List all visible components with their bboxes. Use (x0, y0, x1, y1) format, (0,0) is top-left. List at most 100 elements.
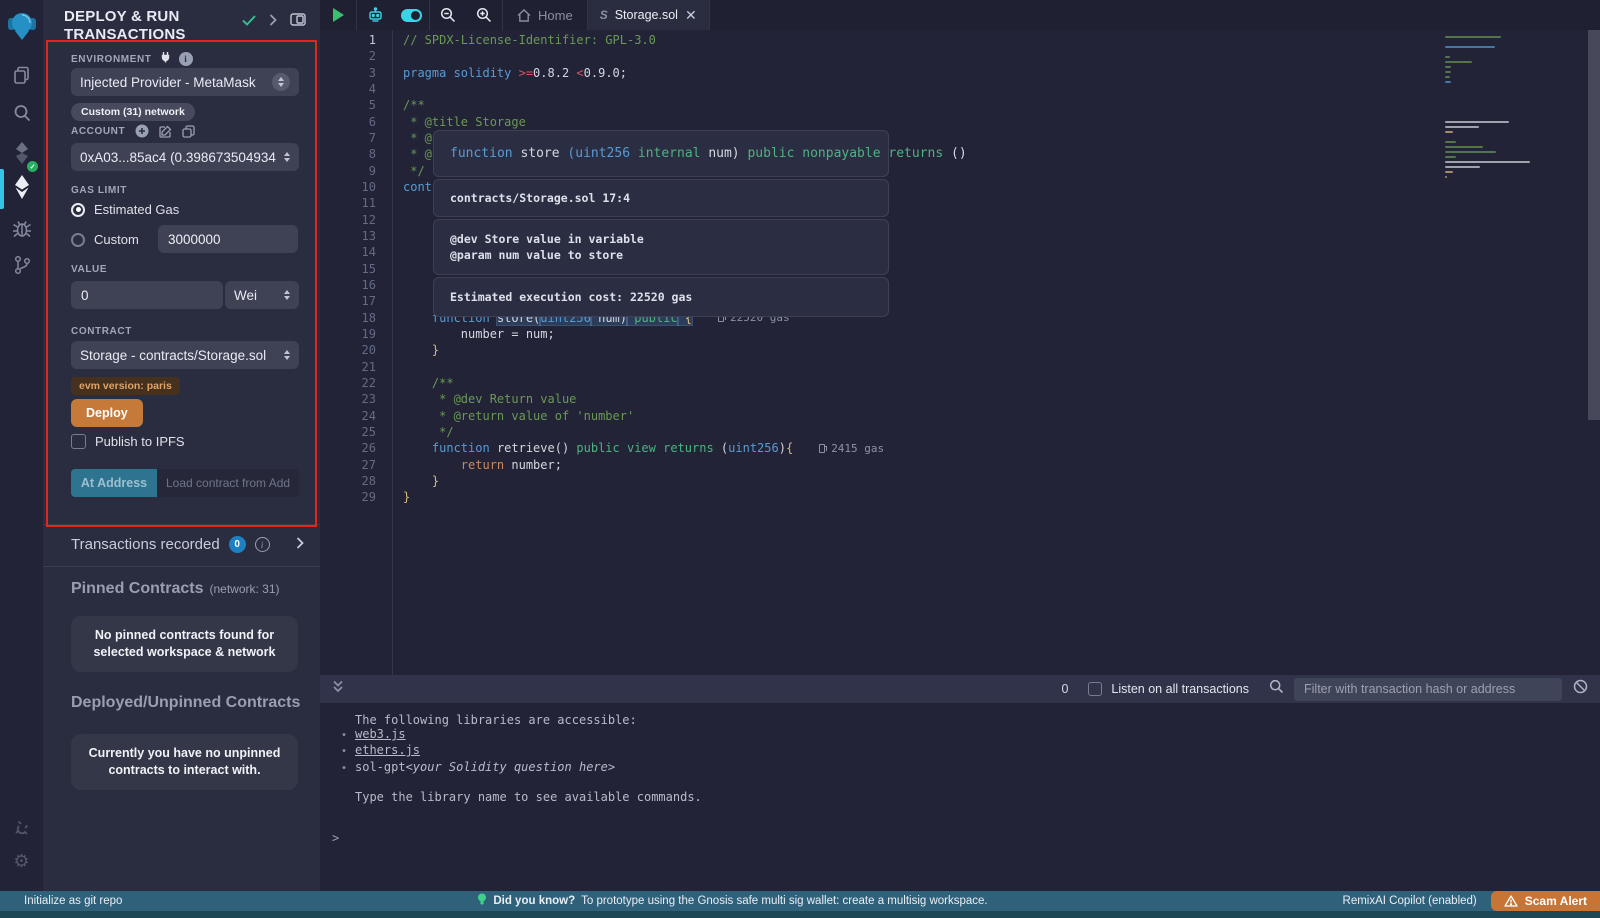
line-number: 25 (320, 425, 376, 439)
value-input[interactable] (71, 281, 223, 309)
copilot-toggle[interactable] (393, 0, 429, 30)
terminal-line: • sol-gpt <your Solidity question here> (320, 760, 1600, 776)
terminal-output[interactable]: The following libraries are accessible: … (320, 703, 1600, 891)
main-area: Home S Storage.sol ✕ 1// SPDX-License-Id… (320, 0, 1600, 891)
deployed-contracts-title: Deployed/Unpinned Contracts (71, 694, 300, 712)
remix-ide-window: ✓ (0, 0, 1600, 918)
at-address-button[interactable]: At Address (71, 469, 157, 497)
deploy-and-run-icon[interactable] (0, 170, 43, 204)
pinned-contracts-network: (network: 31) (209, 582, 279, 596)
code-line: 23 * @dev Return value (320, 391, 1600, 407)
compile-success-check-icon (242, 13, 256, 31)
clear-filter-icon[interactable] (1573, 679, 1588, 699)
code-line: 21 (320, 359, 1600, 375)
select-caret-icon (272, 73, 290, 91)
plug-icon[interactable] (160, 50, 171, 68)
tooltip-gas-estimate: Estimated execution cost: 22520 gas (433, 277, 889, 317)
run-script-icon[interactable] (320, 0, 356, 30)
copilot-status[interactable]: RemixAI Copilot (enabled) (1343, 895, 1477, 907)
transactions-expand-icon[interactable] (296, 536, 304, 554)
git-icon[interactable] (0, 248, 43, 282)
ethersjs-link[interactable]: ethers.js (355, 743, 420, 757)
close-tab-icon[interactable]: ✕ (685, 8, 697, 22)
code-line: 28 } (320, 473, 1600, 489)
terminal-collapse-icon[interactable] (332, 680, 344, 698)
search-icon[interactable] (0, 96, 43, 130)
line-number: 7 (320, 131, 376, 145)
code-line: 29} (320, 489, 1600, 505)
plugin-manager-icon[interactable] (0, 810, 43, 844)
panel-title: DEPLOY & RUN TRANSACTIONS (64, 8, 244, 44)
init-git-repo-button[interactable]: Initialize as git repo (0, 895, 122, 907)
pinned-empty-message: No pinned contracts found for selected w… (71, 616, 298, 672)
line-number: 28 (320, 474, 376, 488)
scam-alert-button[interactable]: Scam Alert (1491, 891, 1600, 911)
code-line: 26 function retrieve() public view retur… (320, 440, 1600, 456)
contract-label: CONTRACT (71, 326, 132, 337)
line-number: 10 (320, 180, 376, 194)
environment-select[interactable]: Injected Provider - MetaMask (71, 68, 299, 96)
code-editor[interactable]: 1// SPDX-License-Identifier: GPL-3.023pr… (320, 30, 1600, 705)
warning-triangle-icon (1504, 895, 1518, 907)
minimap[interactable] (1445, 36, 1537, 181)
deployed-empty-message: Currently you have no unpinned contracts… (71, 734, 298, 790)
transaction-filter-input[interactable] (1294, 678, 1562, 701)
code-line: 5/** (320, 97, 1600, 113)
transactions-recorded-label: Transactions recorded (71, 536, 220, 553)
publish-ipfs-checkbox[interactable]: Publish to IPFS (71, 434, 185, 449)
line-number: 3 (320, 66, 376, 80)
pin-panel-icon[interactable] (290, 13, 306, 31)
contract-select[interactable]: Storage - contracts/Storage.sol (71, 341, 299, 369)
select-caret-icon (284, 350, 290, 360)
transactions-count-badge: 0 (229, 536, 246, 553)
terminal-search-icon[interactable] (1269, 679, 1284, 699)
remix-logo-icon[interactable] (0, 6, 43, 46)
environment-label: ENVIRONMENT (71, 54, 152, 65)
status-bar: Initialize as git repo Did you know? To … (0, 891, 1600, 911)
code-line: 3pragma solidity >=0.8.2 <0.9.0; (320, 65, 1600, 81)
value-unit-select[interactable]: Wei (225, 281, 299, 309)
solidity-compiler-icon[interactable]: ✓ (0, 136, 43, 170)
code-line: 27 return number; (320, 457, 1600, 473)
terminal-line: • web3.js (320, 727, 1600, 743)
code-line: 19 number = num; (320, 326, 1600, 342)
zoom-in-icon[interactable] (466, 0, 502, 30)
line-number: 26 (320, 441, 376, 455)
zoom-out-icon[interactable] (430, 0, 466, 30)
code-line: 24 * @return value of 'number' (320, 408, 1600, 424)
custom-gas-radio[interactable]: Custom (71, 232, 139, 247)
edit-account-icon[interactable] (159, 125, 172, 138)
line-number: 19 (320, 327, 376, 341)
copy-account-icon[interactable] (182, 125, 195, 138)
line-number: 29 (320, 490, 376, 504)
file-explorer-icon[interactable] (0, 58, 43, 92)
terminal-line: Type the library name to see available c… (320, 790, 1600, 804)
at-address-input[interactable] (157, 469, 299, 497)
tab-storage-sol[interactable]: S Storage.sol ✕ (588, 0, 709, 30)
account-select[interactable]: 0xA03...85ac4 (0.398673504934 (71, 143, 299, 171)
terminal-prompt[interactable]: > (320, 831, 1600, 845)
line-number: 14 (320, 245, 376, 259)
settings-gear-icon[interactable]: ⚙ (0, 844, 43, 878)
estimated-gas-radio[interactable]: Estimated Gas (71, 202, 179, 217)
add-account-icon[interactable] (135, 124, 149, 138)
transactions-info-icon[interactable]: i (255, 537, 270, 552)
panel-forward-icon[interactable] (269, 13, 277, 31)
web3js-link[interactable]: web3.js (355, 727, 406, 741)
home-icon (517, 9, 531, 22)
solgpt-hint: <your Solidity question here> (406, 760, 616, 774)
tab-home[interactable]: Home (503, 0, 587, 30)
solidity-file-icon: S (600, 8, 608, 22)
code-line: 25 */ (320, 424, 1600, 440)
ai-copilot-robot-icon[interactable] (357, 0, 393, 30)
listen-all-transactions-label: Listen on all transactions (1111, 682, 1249, 696)
editor-scrollbar[interactable] (1588, 30, 1600, 420)
deploy-button[interactable]: Deploy (71, 399, 143, 427)
debugger-icon[interactable] (0, 212, 43, 246)
code-line: 1// SPDX-License-Identifier: GPL-3.0 (320, 32, 1600, 48)
select-caret-icon (284, 290, 290, 300)
custom-gas-input[interactable] (158, 225, 298, 253)
environment-info-icon[interactable]: i (179, 52, 193, 66)
line-number: 13 (320, 229, 376, 243)
listen-all-transactions-checkbox[interactable] (1088, 682, 1102, 696)
